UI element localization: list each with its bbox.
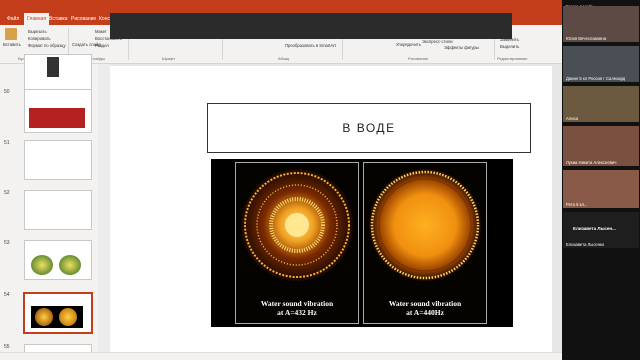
paste-icon[interactable] — [5, 28, 17, 40]
participant-tile[interactable]: Юлия Вячеславовна — [563, 6, 639, 42]
select-button[interactable]: Выделить — [500, 44, 519, 49]
cymatics-panel-432: Water sound vibration at A=432 Hz — [235, 162, 359, 324]
status-bar — [0, 352, 562, 360]
thumbnail-scrollbar[interactable] — [98, 64, 110, 360]
slide-number: 52 — [4, 190, 10, 196]
tab-draw[interactable]: Рисование — [68, 13, 99, 25]
paragraph-group-label: Абзац — [278, 56, 290, 61]
cymatics-pattern-432 — [241, 169, 353, 281]
section-button[interactable]: Раздел — [95, 43, 109, 48]
cymatics-image: Water sound vibration at A=432 Hz Water … — [211, 159, 513, 327]
participant-name: Лукиа Никита Алексеевич — [566, 160, 617, 165]
paste-button[interactable]: Вставить — [3, 42, 21, 47]
title-bar — [0, 0, 562, 11]
slide-thumbnail[interactable] — [24, 190, 92, 230]
shape-effects-button[interactable]: Эффекты фигуры — [444, 45, 479, 50]
participants-panel: Дорога в Нэйт... Юлия Вячеславовна Данил… — [562, 0, 640, 360]
slide-canvas: В ВОДЕ Water sound vibration at A=432 Hz… — [110, 66, 552, 356]
participant-tile-name: Елизавета Лысен... — [573, 226, 616, 231]
participant-tile[interactable]: Данил 5 кл Россия г Салехард — [563, 46, 639, 82]
participant-name: Данил 5 кл Россия г Салехард — [566, 76, 626, 81]
arrange-button[interactable]: Упорядочить — [396, 42, 421, 47]
editing-group-label: Редактирование — [497, 56, 528, 61]
slide-thumbnail-selected[interactable] — [23, 292, 93, 334]
slide-thumbnail[interactable] — [24, 140, 92, 180]
convert-smartart-button[interactable]: Преобразовать в SmartArt — [285, 43, 336, 48]
thumbnail-image — [29, 108, 85, 128]
slide-number: 50 — [4, 89, 10, 95]
participant-tile[interactable]: Лукиа Никита Алексеевич — [563, 126, 639, 166]
participant-name: Елизавета Лысенко — [566, 242, 605, 247]
thumbnail-image — [31, 255, 53, 275]
slide-number: 55 — [4, 344, 10, 350]
layout-button[interactable]: Макет — [95, 29, 107, 34]
slide-number: 53 — [4, 240, 10, 246]
thumbnail-image — [59, 255, 81, 275]
thumbnail-image — [31, 306, 83, 328]
slide-number: 54 — [4, 292, 10, 298]
participant-tile[interactable]: Алиса — [563, 86, 639, 122]
slide-number: 51 — [4, 140, 10, 146]
slide-thumbnail[interactable] — [24, 240, 92, 280]
participant-name: Алиса — [566, 116, 578, 121]
caption-440: Water sound vibration at A=440Hz — [388, 299, 462, 317]
cymatics-pattern-440 — [369, 169, 481, 281]
slides-group-label: Слайды — [90, 56, 105, 61]
format-painter-button[interactable]: Формат по образцу — [28, 43, 66, 48]
thumbnail-image — [47, 57, 59, 77]
slide-title[interactable]: В ВОДЕ — [207, 103, 531, 153]
powerpoint-window: Файл Главная Вставка Рисование Конструкт… — [0, 0, 562, 360]
cymatics-panel-440: Water sound vibration at A=440Hz — [363, 162, 487, 324]
caption-432: Water sound vibration at A=432 Hz — [260, 299, 334, 317]
cut-button[interactable]: Вырезать — [28, 29, 47, 34]
drawing-group-label: Рисование — [408, 56, 429, 61]
screen-share-overlay — [110, 13, 512, 39]
tab-insert[interactable]: Вставка — [46, 13, 71, 25]
slide-thumbnail-panel[interactable]: 50 51 52 53 54 55 — [0, 54, 98, 360]
participant-tile[interactable]: Рета 5 кл... — [563, 170, 639, 208]
font-group-label: Шрифт — [162, 56, 176, 61]
participant-name: Рета 5 кл... — [566, 202, 588, 207]
slide-thumbnail[interactable] — [24, 54, 92, 94]
quick-styles-button[interactable]: Экспресс-стили — [422, 39, 453, 44]
slide-thumbnail[interactable] — [24, 89, 92, 133]
participant-tile[interactable]: Елизавета Лысен... Елизавета Лысенко — [563, 212, 639, 248]
tab-file[interactable]: Файл — [4, 13, 22, 25]
participant-name: Юлия Вячеславовна — [566, 36, 607, 41]
copy-button[interactable]: Копировать — [28, 36, 51, 41]
